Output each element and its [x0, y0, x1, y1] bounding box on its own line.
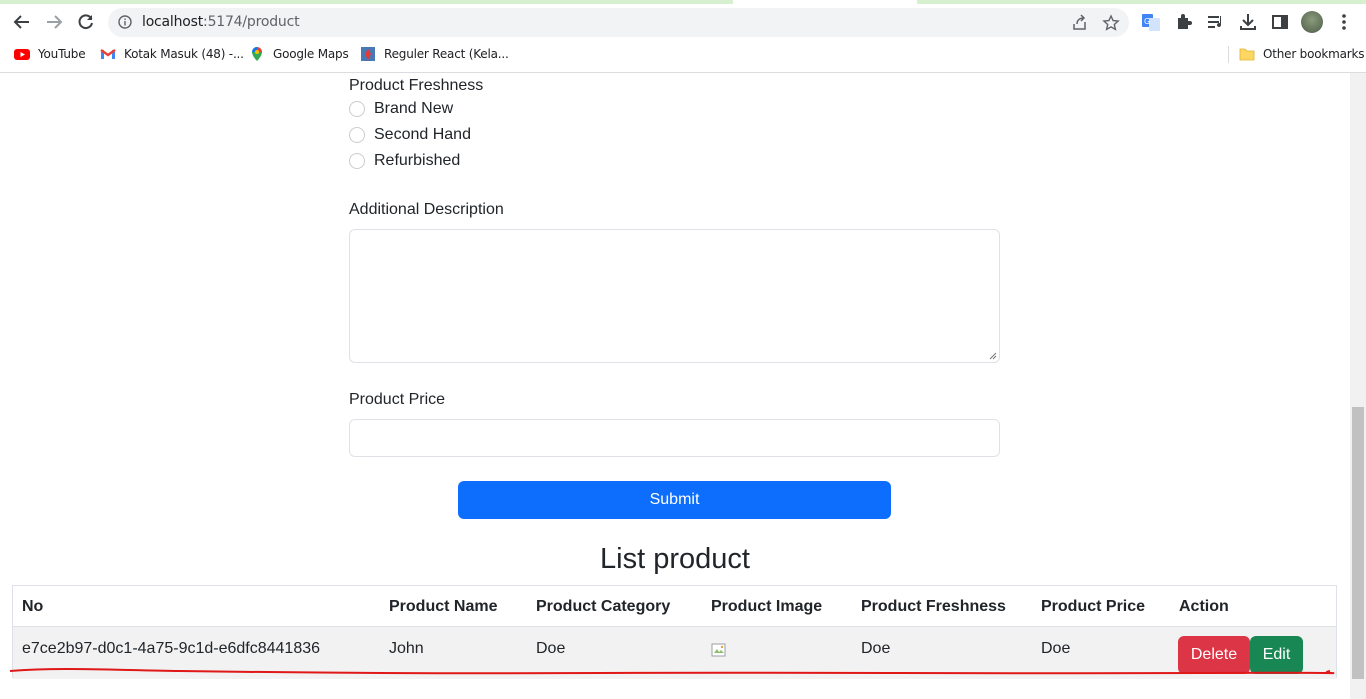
reading-list-icon[interactable]	[1206, 12, 1226, 32]
reload-icon	[78, 14, 93, 30]
google-translate-icon[interactable]: G	[1141, 12, 1161, 32]
folder-icon	[1239, 48, 1255, 61]
url-text: localhost:5174/product	[142, 14, 300, 30]
radio-label: Refurbished	[374, 152, 461, 169]
bookmark-google-maps[interactable]: Google Maps	[249, 46, 349, 62]
column-header: Product Category	[536, 598, 671, 615]
back-button[interactable]	[10, 10, 34, 34]
other-bookmarks-label: Other bookmarks	[1263, 47, 1365, 61]
scrollbar-thumb[interactable]	[1352, 407, 1364, 679]
column-header: Product Name	[389, 598, 498, 615]
bookmark-label: YouTube	[38, 47, 86, 61]
browser-toolbar: localhost:5174/product G YouTube Kotak M…	[0, 0, 1366, 73]
radio-circle[interactable]	[349, 101, 365, 117]
submit-button[interactable]: Submit	[458, 481, 891, 519]
description-label: Additional Description	[349, 201, 504, 218]
column-header: Product Image	[711, 598, 823, 615]
annotation-underline	[9, 667, 1335, 675]
column-header: No	[22, 598, 44, 615]
freshness-label: Product Freshness	[349, 77, 484, 94]
bookmarks-separator	[1228, 46, 1229, 63]
radio-refurbished[interactable]: Refurbished	[349, 152, 460, 170]
reload-button[interactable]	[74, 10, 98, 34]
bookmark-label: Google Maps	[273, 47, 349, 61]
extensions-puzzle-icon[interactable]	[1174, 12, 1194, 32]
other-bookmarks[interactable]: Other bookmarks	[1239, 46, 1365, 62]
bookmark-label: Kotak Masuk (48) -...	[124, 47, 244, 61]
cell-freshness: Doe	[861, 640, 891, 657]
description-textarea[interactable]	[349, 229, 1000, 363]
resize-grip-icon[interactable]	[989, 352, 997, 360]
column-header: Product Price	[1041, 598, 1146, 615]
cell-name: John	[389, 640, 424, 657]
profile-avatar[interactable]	[1301, 11, 1323, 33]
side-panel-icon[interactable]	[1270, 12, 1290, 32]
gmail-icon	[100, 48, 116, 59]
broken-image-icon	[711, 643, 726, 657]
maps-pin-icon	[252, 47, 262, 61]
page-content: Product Freshness Brand New Second Hand …	[0, 73, 1350, 699]
bookmark-page-icon	[361, 47, 375, 61]
radio-circle[interactable]	[349, 153, 365, 169]
youtube-icon	[14, 49, 30, 60]
bookmark-gmail[interactable]: Kotak Masuk (48) -...	[100, 46, 244, 62]
arrow-left-icon	[13, 15, 29, 29]
bookmarks-bar: YouTube Kotak Masuk (48) -... Google Map…	[0, 42, 1366, 66]
arrow-right-icon	[47, 15, 63, 29]
kebab-menu-icon[interactable]	[1334, 12, 1354, 32]
bookmark-star-icon[interactable]	[1102, 14, 1120, 32]
price-input[interactable]	[349, 419, 1000, 457]
bookmark-reguler-react[interactable]: Reguler React (Kela...	[360, 46, 509, 62]
radio-brand-new[interactable]: Brand New	[349, 100, 453, 118]
page-scrollbar[interactable]	[1350, 73, 1366, 699]
share-icon[interactable]	[1070, 14, 1088, 32]
radio-label: Brand New	[374, 100, 454, 117]
cell-category: Doe	[536, 640, 566, 657]
price-label: Product Price	[349, 391, 446, 408]
radio-label: Second Hand	[374, 126, 471, 143]
svg-text:G: G	[1144, 17, 1150, 26]
bookmark-youtube[interactable]: YouTube	[14, 46, 86, 62]
list-title: List product	[600, 543, 750, 575]
column-header: Action	[1179, 598, 1229, 615]
table-header: No Product Name Product Category Product…	[13, 586, 1336, 627]
radio-circle[interactable]	[349, 127, 365, 143]
address-bar[interactable]: localhost:5174/product	[108, 8, 1129, 37]
cell-no: e7ce2b97-d0c1-4a75-9c1d-e6dfc8441836	[22, 640, 321, 657]
cell-price: Doe	[1041, 640, 1071, 657]
forward-button[interactable]	[42, 10, 66, 34]
column-header: Product Freshness	[861, 598, 1006, 615]
download-icon[interactable]	[1238, 12, 1258, 32]
site-info-icon[interactable]	[118, 15, 132, 29]
radio-second-hand[interactable]: Second Hand	[349, 126, 471, 144]
bookmark-label: Reguler React (Kela...	[384, 47, 509, 61]
tab-strip	[0, 0, 1366, 4]
